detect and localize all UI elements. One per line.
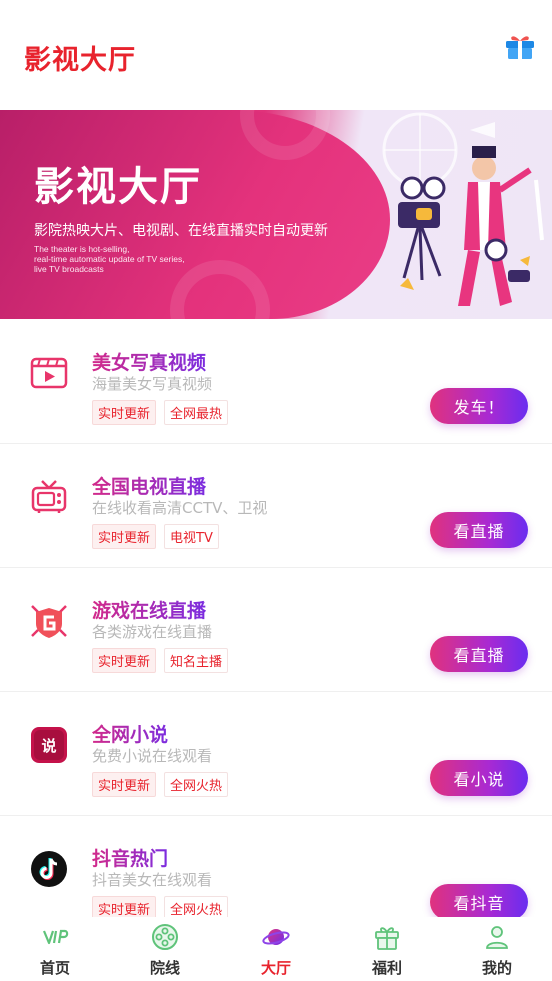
banner-english-line: The theater is hot-selling, (34, 244, 130, 254)
tag-badge: 实时更新 (92, 524, 157, 549)
film-reel-icon (151, 923, 179, 951)
banner-subtitle: 影院热映大片、电视剧、在线直播实时自动更新 (34, 223, 328, 239)
item-description: 抖音美女在线观看 (92, 871, 213, 889)
watch-live-button[interactable]: 看直播 (430, 512, 528, 548)
user-icon (483, 923, 511, 951)
item-title: 全国电视直播 (92, 472, 206, 499)
tab-hall[interactable]: 大厅 (236, 923, 316, 979)
tag-badge: 全网火热 (164, 772, 229, 797)
vip-icon (41, 923, 69, 951)
go-button[interactable]: 发车！ (430, 388, 528, 424)
item-tags: 实时更新 电视TV (92, 524, 219, 549)
banner-english-line: real-time automatic update of TV series, (34, 254, 185, 264)
item-title: 全网小说 (92, 720, 168, 747)
banner-english-text: The theater is hot-selling, real-time au… (34, 244, 234, 274)
watch-live-button[interactable]: 看直播 (430, 636, 528, 672)
banner-title: 影视大厅 (34, 164, 202, 210)
item-description: 免费小说在线观看 (92, 747, 213, 765)
tab-label: 我的 (481, 959, 512, 977)
list-item[interactable]: 说 全网小说 免费小说在线观看 实时更新 全网火热 看小说 (0, 692, 552, 816)
tab-welfare[interactable]: 福利 (347, 923, 427, 979)
page-title: 影视大厅 (24, 45, 136, 76)
bottom-tab-bar: 首页 院线 大厅 福利 我的 (0, 917, 552, 981)
hero-banner[interactable]: 影视大厅 影院热映大片、电视剧、在线直播实时自动更新 The theater i… (0, 110, 552, 319)
item-tags: 实时更新 全网火热 (92, 772, 229, 797)
magician-illustration (382, 112, 544, 306)
list-item[interactable]: 游戏在线直播 各类游戏在线直播 实时更新 知名主播 看直播 (0, 568, 552, 692)
item-title: 美女写真视频 (92, 348, 206, 375)
tab-cinema[interactable]: 院线 (125, 923, 205, 979)
tab-label: 院线 (149, 959, 180, 977)
read-novel-button[interactable]: 看小说 (430, 760, 528, 796)
game-shield-icon (30, 602, 68, 640)
novel-icon: 说 (30, 726, 68, 764)
tab-mine[interactable]: 我的 (457, 923, 537, 979)
item-tags: 实时更新 全网最热 (92, 400, 229, 425)
item-description: 海量美女写真视频 (92, 375, 213, 393)
list-item[interactable]: 全国电视直播 在线收看高清CCTV、卫视 实时更新 电视TV 看直播 (0, 444, 552, 568)
app-header: 影视大厅 (0, 0, 552, 110)
tv-icon (30, 478, 68, 516)
tag-badge: 全网最热 (164, 400, 229, 425)
tag-badge: 实时更新 (92, 648, 157, 673)
tag-badge: 实时更新 (92, 772, 157, 797)
planet-icon (262, 923, 290, 951)
tab-label: 福利 (371, 959, 402, 977)
tab-home[interactable]: 首页 (15, 923, 95, 979)
video-icon (30, 354, 68, 392)
tag-badge: 实时更新 (92, 400, 157, 425)
tab-label: 首页 (39, 959, 70, 977)
watch-douyin-button[interactable]: 看抖音 (430, 884, 528, 920)
tiktok-icon (30, 850, 68, 888)
tag-badge: 知名主播 (164, 648, 229, 673)
tab-label: 大厅 (260, 959, 291, 977)
item-description: 在线收看高清CCTV、卫视 (92, 499, 268, 517)
gift-icon (373, 923, 401, 951)
gift-icon[interactable] (504, 32, 536, 60)
banner-english-line: live TV broadcasts (34, 264, 104, 274)
item-title: 抖音热门 (92, 844, 168, 871)
novel-icon-text: 说 (41, 737, 56, 755)
item-tags: 实时更新 知名主播 (92, 648, 229, 673)
item-description: 各类游戏在线直播 (92, 623, 213, 641)
item-title: 游戏在线直播 (92, 596, 206, 623)
list-item[interactable]: 美女写真视频 海量美女写真视频 实时更新 全网最热 发车！ (0, 320, 552, 444)
tag-badge: 电视TV (164, 524, 219, 549)
